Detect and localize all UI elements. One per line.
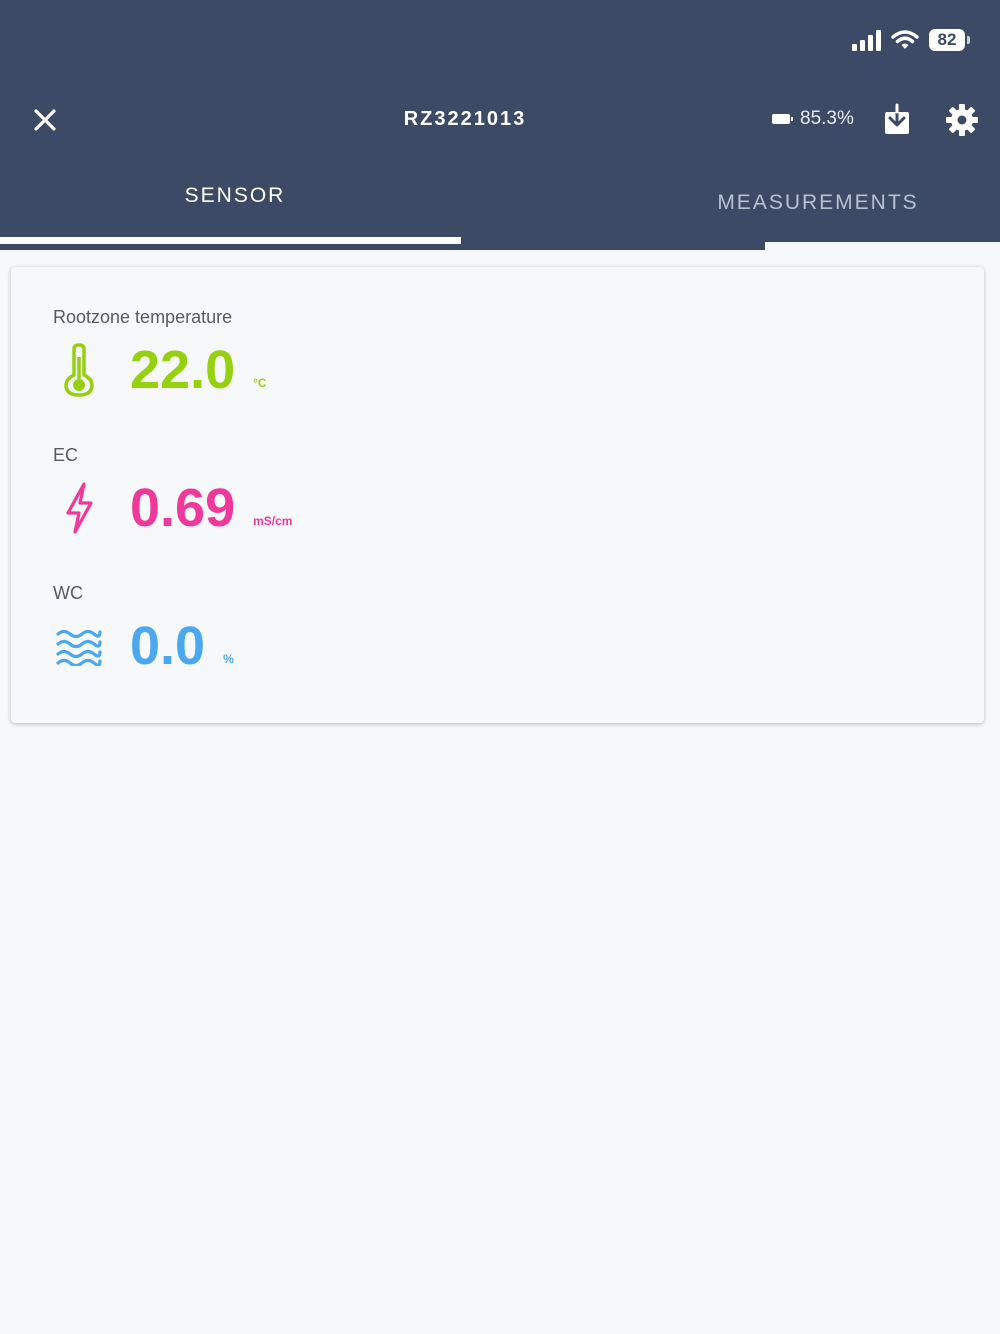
metric-label: WC [53,583,83,603]
settings-button[interactable] [944,102,980,138]
gear-icon [946,104,978,136]
metric-value: 22.0 [130,340,236,400]
metric-label: EC [53,445,79,465]
device-battery-level: 85.3% [800,108,854,129]
metric-value: 0.0 [130,616,206,676]
metric-ec: EC 0.69 mS/cm [53,445,292,536]
metric-label: Rootzone temperature [53,307,233,327]
tab-divider [765,242,1000,250]
phone-battery-icon: 82 [929,29,970,51]
device-battery-status: 85.3% [772,108,854,130]
battery-icon [772,114,793,124]
metric-wc: WC 0.0 % [53,583,234,674]
tab-measurements[interactable]: MEASUREMENTS [636,191,1000,215]
status-bar: 82 [852,24,970,56]
download-icon [885,103,909,134]
download-button[interactable] [880,102,914,138]
device-title: RZ3221013 [403,108,527,130]
wifi-icon [891,30,919,49]
waves-icon [53,618,105,674]
active-tab-indicator [0,237,461,244]
metric-unit: mS/cm [253,514,293,528]
metric-rootzone-temperature: Rootzone temperature 22.0 °C [53,307,267,398]
metric-unit: % [223,652,234,666]
tab-sensor[interactable]: SENSOR [0,184,470,208]
close-icon [34,109,56,131]
phone-battery-level: 82 [937,30,957,49]
app-header: 82 RZ3221013 85.3% SENSOR MEASUREMENTS [0,0,1000,250]
thermometer-icon [53,342,105,398]
close-button[interactable] [28,100,62,140]
metric-value: 0.69 [130,478,236,538]
cellular-signal-icon [852,29,881,51]
sensor-card: Rootzone temperature 22.0 °C EC 0.69 mS/… [11,267,984,723]
lightning-icon [53,480,105,536]
metric-unit: °C [253,376,267,390]
